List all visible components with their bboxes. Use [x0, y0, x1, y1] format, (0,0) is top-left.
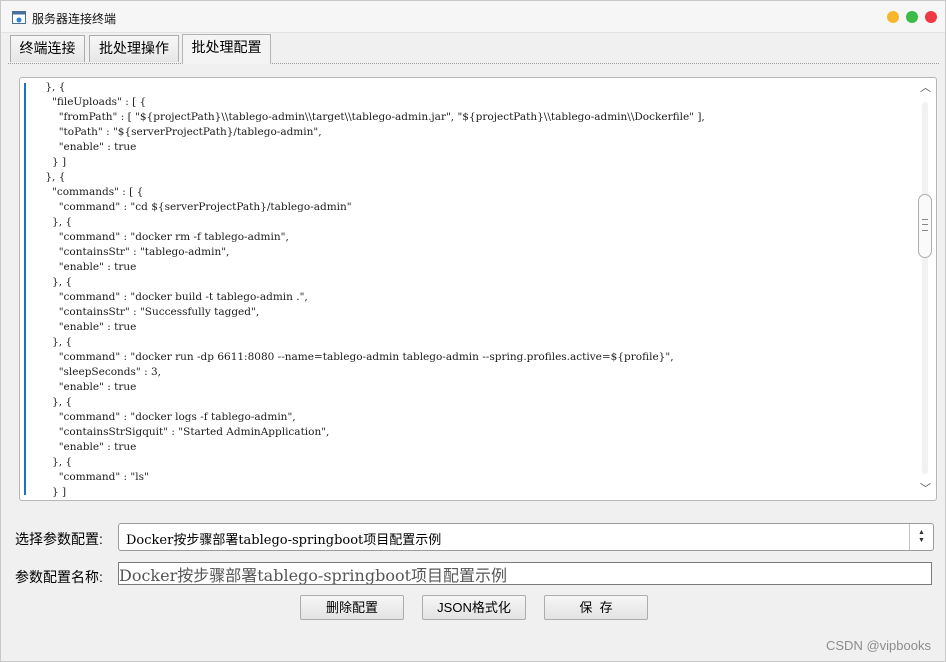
- code-line: "command" : "docker build -t tablego-adm…: [32, 291, 308, 303]
- scroll-up-icon[interactable]: ︿: [917, 80, 934, 97]
- window-title: 服务器连接终端: [32, 12, 117, 26]
- config-name-input[interactable]: [118, 562, 932, 585]
- code-line: "commands" : [ {: [32, 186, 144, 198]
- scroll-down-icon[interactable]: ﹀: [917, 481, 934, 498]
- code-line: "enable" : true: [32, 321, 137, 333]
- tab-bar: 终端连接 批处理操作 批处理配置: [1, 34, 945, 64]
- code-line: "command" : "cd ${serverProjectPath}/tab…: [32, 201, 352, 213]
- tab-divider: [8, 63, 939, 64]
- title-bar[interactable]: 服务器连接终端: [1, 1, 945, 33]
- code-line: "enable" : true: [32, 141, 137, 153]
- code-line: }, {: [32, 216, 73, 228]
- code-line: "sleepSeconds" : 3,: [32, 366, 161, 378]
- select-config-label: 选择参数配置:: [15, 531, 103, 547]
- minimize-button[interactable]: [887, 11, 899, 23]
- close-button[interactable]: [925, 11, 937, 23]
- code-line: } ]: [32, 486, 67, 498]
- json-editor[interactable]: }, { "fileUploads" : [ { "fromPath" : [ …: [19, 77, 937, 501]
- code-line: "containsStr" : "Successfully tagged",: [32, 306, 260, 318]
- editor-gutter-line: [24, 83, 26, 495]
- config-select-value: Docker按步骤部署tablego-springboot项目配置示例: [126, 533, 442, 548]
- maximize-button[interactable]: [906, 11, 918, 23]
- code-line: "command" : "docker run -dp 6611:8080 --…: [32, 351, 674, 363]
- code-line: }, {: [32, 396, 73, 408]
- code-line: "enable" : true: [32, 381, 137, 393]
- scroll-thumb[interactable]: [918, 194, 932, 258]
- code-line: }, {: [32, 276, 73, 288]
- batch-config-panel: }, { "fileUploads" : [ { "fromPath" : [ …: [9, 65, 938, 655]
- code-line: "command" : "docker rm -f tablego-admin"…: [32, 231, 289, 243]
- json-format-button[interactable]: JSON格式化: [422, 595, 526, 620]
- code-line: "enable" : true: [32, 441, 137, 453]
- app-window: 服务器连接终端 终端连接 批处理操作 批处理配置 }, { "fileUploa…: [0, 0, 946, 662]
- save-button[interactable]: 保 存: [544, 595, 648, 620]
- vertical-scrollbar[interactable]: ︿ ﹀: [917, 80, 934, 498]
- watermark-text: CSDN @vipbooks: [826, 638, 931, 653]
- grip-icon: [922, 219, 928, 231]
- config-name-label: 参数配置名称:: [15, 569, 103, 585]
- code-line: }, {: [32, 81, 66, 93]
- code-line: "containsStrSigquit" : "Started AdminApp…: [32, 426, 330, 438]
- terminal-app-icon: [12, 11, 26, 24]
- code-line: }, {: [32, 171, 66, 183]
- scroll-track[interactable]: [922, 102, 928, 474]
- code-line: "containsStr" : "tablego-admin",: [32, 246, 230, 258]
- code-line: }, {: [32, 456, 73, 468]
- code-line: "command" : "ls": [32, 471, 149, 483]
- delete-config-button[interactable]: 删除配置: [300, 595, 404, 620]
- code-line: }, {: [32, 336, 73, 348]
- tab-batch-operations[interactable]: 批处理操作: [89, 35, 179, 62]
- tab-terminal-connect[interactable]: 终端连接: [10, 35, 85, 62]
- json-code-text[interactable]: }, { "fileUploads" : [ { "fromPath" : [ …: [32, 80, 910, 498]
- code-line: } ]: [32, 156, 67, 168]
- code-line: "toPath" : "${serverProjectPath}/tablego…: [32, 126, 322, 138]
- code-line: "fromPath" : [ "${projectPath}\\tablego-…: [32, 111, 705, 123]
- select-spinner-icon[interactable]: ▲ ▼: [909, 524, 933, 550]
- tab-batch-config[interactable]: 批处理配置: [182, 34, 271, 64]
- code-line: "enable" : true: [32, 261, 137, 273]
- code-line: "fileUploads" : [ {: [32, 96, 147, 108]
- code-line: "command" : "docker logs -f tablego-admi…: [32, 411, 296, 423]
- config-select[interactable]: Docker按步骤部署tablego-springboot项目配置示例 ▲ ▼: [118, 523, 934, 551]
